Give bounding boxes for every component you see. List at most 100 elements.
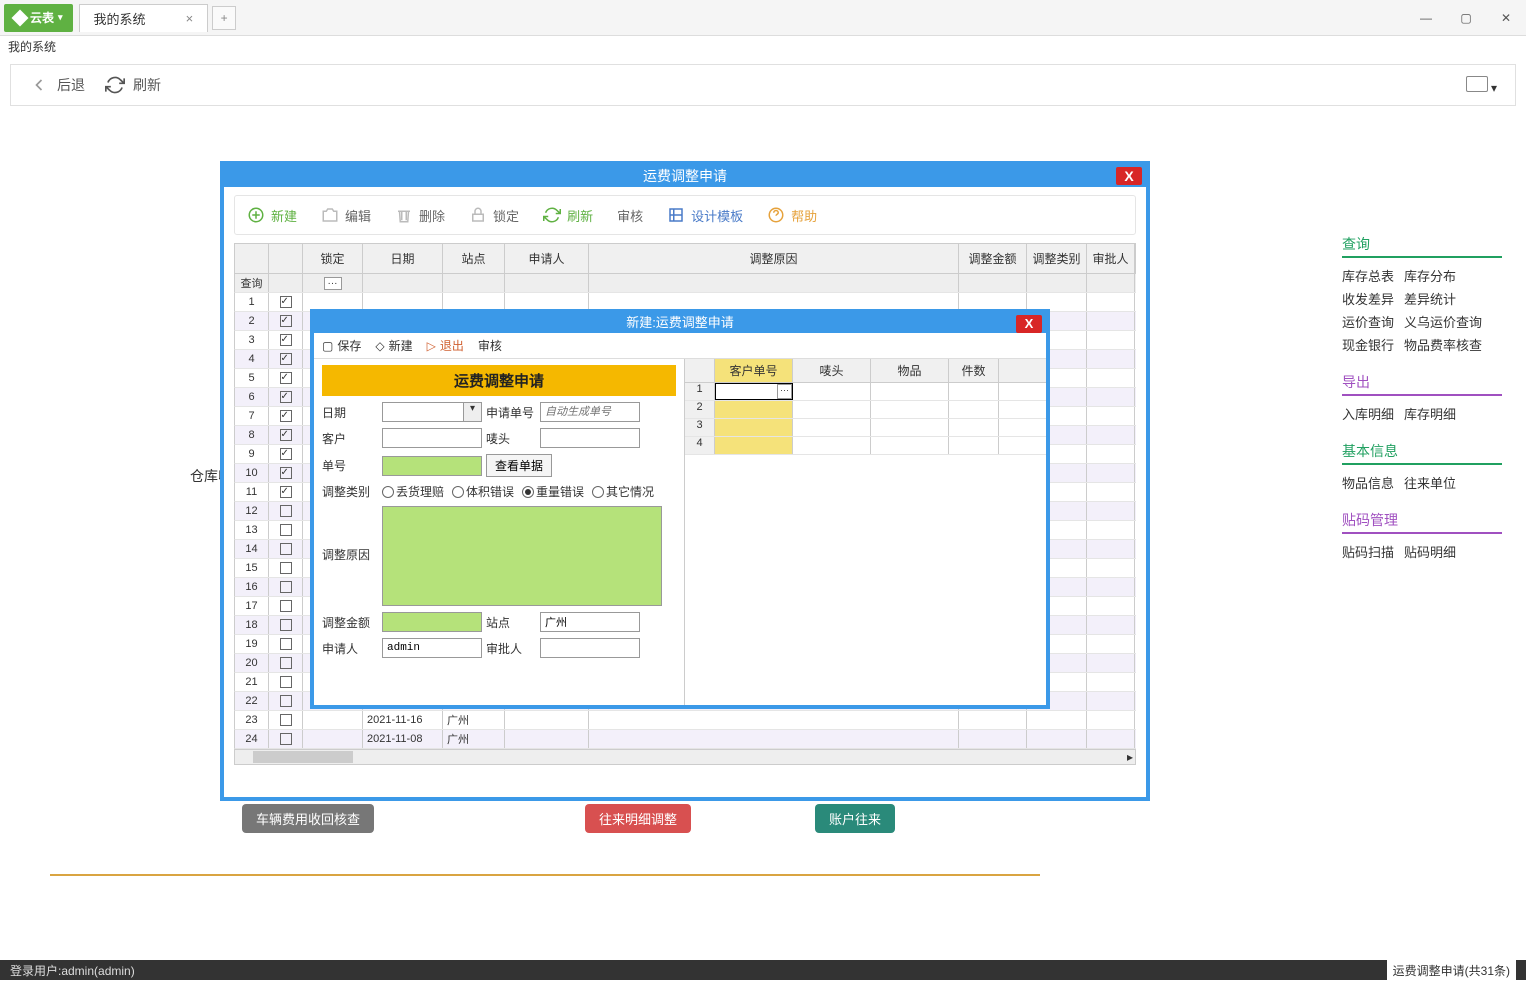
table-row[interactable]: 232021-11-16广州 bbox=[234, 711, 1136, 730]
checkbox[interactable] bbox=[280, 448, 292, 460]
checkbox[interactable] bbox=[280, 676, 292, 688]
dh-qty[interactable]: 件数 bbox=[949, 359, 999, 382]
keyboard-button[interactable]: ▾ bbox=[1466, 76, 1497, 95]
checkbox[interactable] bbox=[280, 391, 292, 403]
sidebar-link[interactable]: 差异统计 bbox=[1404, 289, 1456, 308]
radio-other[interactable]: 其它情况 bbox=[592, 483, 654, 500]
radio-volume[interactable]: 体积错误 bbox=[452, 483, 514, 500]
new-button-dlg[interactable]: ◇ 新建 bbox=[375, 337, 412, 354]
sidebar-link[interactable]: 物品费率核查 bbox=[1404, 335, 1482, 354]
audit-button-dlg[interactable]: 审核 bbox=[478, 337, 502, 354]
detail-row[interactable]: 1··· bbox=[685, 383, 1046, 401]
main-window-close[interactable]: X bbox=[1116, 167, 1142, 185]
checkbox[interactable] bbox=[280, 638, 292, 650]
tab-my-system[interactable]: 我的系统 × bbox=[79, 4, 209, 32]
checkbox[interactable] bbox=[280, 467, 292, 479]
edit-button[interactable]: 编辑 bbox=[321, 206, 371, 225]
search-lock[interactable]: ··· bbox=[303, 274, 363, 292]
design-button[interactable]: 设计模板 bbox=[667, 206, 743, 225]
checkbox[interactable] bbox=[280, 581, 292, 593]
sidebar-link[interactable]: 现金银行 bbox=[1342, 335, 1394, 354]
radio-weight[interactable]: 重量错误 bbox=[522, 483, 584, 500]
sidebar-link[interactable]: 库存总表 bbox=[1342, 266, 1394, 285]
checkbox[interactable] bbox=[280, 429, 292, 441]
horizontal-scrollbar[interactable]: ▸ bbox=[234, 749, 1136, 765]
pill-vehicle[interactable]: 车辆费用收回核查 bbox=[242, 804, 374, 833]
date-combo[interactable]: ▾ bbox=[382, 402, 482, 422]
reason-textarea[interactable] bbox=[382, 506, 662, 606]
checkbox[interactable] bbox=[280, 695, 292, 707]
delete-button[interactable]: 删除 bbox=[395, 206, 445, 225]
save-button[interactable]: ▢ 保存 bbox=[322, 337, 361, 354]
audit-button[interactable]: 审核 bbox=[617, 206, 643, 225]
sidebar-link[interactable]: 义乌运价查询 bbox=[1404, 312, 1482, 331]
checkbox[interactable] bbox=[280, 657, 292, 669]
radio-lost[interactable]: 丢货理赔 bbox=[382, 483, 444, 500]
exit-button[interactable]: ▷ 退出 bbox=[427, 337, 464, 354]
checkbox[interactable] bbox=[280, 619, 292, 631]
sidebar-link[interactable]: 库存分布 bbox=[1404, 266, 1456, 285]
minimize-button[interactable]: — bbox=[1406, 4, 1446, 32]
customer-input[interactable] bbox=[382, 428, 482, 448]
pill-account[interactable]: 账户往来 bbox=[815, 804, 895, 833]
orderno-input[interactable] bbox=[382, 456, 482, 476]
chevron-down-icon[interactable]: ▾ bbox=[463, 403, 481, 421]
refresh-button-win[interactable]: 刷新 bbox=[543, 206, 593, 225]
help-button[interactable]: 帮助 bbox=[767, 206, 817, 225]
sidebar-link[interactable]: 贴码扫描 bbox=[1342, 542, 1394, 561]
ellipsis-icon[interactable]: ··· bbox=[777, 384, 792, 399]
col-reason[interactable]: 调整原因 bbox=[589, 244, 959, 273]
checkbox[interactable] bbox=[280, 353, 292, 365]
approver-input[interactable] bbox=[540, 638, 640, 658]
checkbox[interactable] bbox=[280, 524, 292, 536]
checkbox[interactable] bbox=[280, 600, 292, 612]
checkbox[interactable] bbox=[280, 486, 292, 498]
detail-row[interactable]: 4 bbox=[685, 437, 1046, 455]
close-icon[interactable]: × bbox=[186, 11, 194, 26]
sidebar-link[interactable]: 运价查询 bbox=[1342, 312, 1394, 331]
new-button[interactable]: 新建 bbox=[247, 206, 297, 225]
col-approver[interactable]: 审批人 bbox=[1087, 244, 1135, 273]
tab-add-button[interactable]: + bbox=[212, 6, 236, 30]
sidebar-link[interactable]: 物品信息 bbox=[1342, 473, 1394, 492]
sidebar-link[interactable]: 往来单位 bbox=[1404, 473, 1456, 492]
maximize-button[interactable]: ▢ bbox=[1446, 4, 1486, 32]
amount-input[interactable] bbox=[382, 612, 482, 632]
col-date[interactable]: 日期 bbox=[363, 244, 443, 273]
sidebar-link[interactable]: 收发差异 bbox=[1342, 289, 1394, 308]
col-site[interactable]: 站点 bbox=[443, 244, 505, 273]
scroll-right-icon[interactable]: ▸ bbox=[1127, 750, 1133, 764]
checkbox[interactable] bbox=[280, 334, 292, 346]
checkbox[interactable] bbox=[280, 296, 292, 308]
sidebar-link[interactable]: 贴码明细 bbox=[1404, 542, 1456, 561]
checkbox[interactable] bbox=[280, 543, 292, 555]
checkbox[interactable] bbox=[280, 562, 292, 574]
site-input[interactable] bbox=[540, 612, 640, 632]
ellipsis-icon[interactable]: ··· bbox=[324, 277, 342, 290]
checkbox[interactable] bbox=[280, 372, 292, 384]
dh-mark[interactable]: 唛头 bbox=[793, 359, 871, 382]
checkbox[interactable] bbox=[280, 714, 292, 726]
back-button[interactable]: 后退 bbox=[29, 75, 85, 95]
dh-customer-no[interactable]: 客户单号 bbox=[715, 359, 793, 382]
table-row[interactable]: 242021-11-08广州 bbox=[234, 730, 1136, 749]
checkbox[interactable] bbox=[280, 410, 292, 422]
close-button[interactable]: ✕ bbox=[1486, 4, 1526, 32]
col-type[interactable]: 调整类别 bbox=[1027, 244, 1087, 273]
sidebar-link[interactable]: 入库明细 bbox=[1342, 404, 1394, 423]
scrollbar-thumb[interactable] bbox=[253, 751, 353, 763]
detail-row[interactable]: 3 bbox=[685, 419, 1046, 437]
dh-goods[interactable]: 物品 bbox=[871, 359, 949, 382]
dialog-close[interactable]: X bbox=[1016, 315, 1042, 333]
detail-row[interactable]: 2 bbox=[685, 401, 1046, 419]
mark-input[interactable] bbox=[540, 428, 640, 448]
lock-button[interactable]: 锁定 bbox=[469, 206, 519, 225]
refresh-button[interactable]: 刷新 bbox=[105, 75, 161, 95]
checkbox[interactable] bbox=[280, 315, 292, 327]
checkbox[interactable] bbox=[280, 733, 292, 745]
checkbox[interactable] bbox=[280, 505, 292, 517]
col-applicant[interactable]: 申请人 bbox=[505, 244, 589, 273]
applyno-input[interactable] bbox=[540, 402, 640, 422]
applicant-input[interactable] bbox=[382, 638, 482, 658]
sidebar-link[interactable]: 库存明细 bbox=[1404, 404, 1456, 423]
